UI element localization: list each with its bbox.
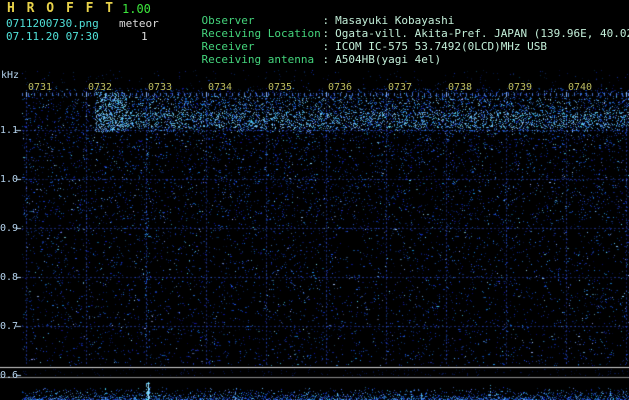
y-axis-unit: kHz — [1, 70, 20, 81]
app-version: 1.00 — [122, 2, 151, 16]
x-tick-0731: 0731 — [28, 82, 53, 93]
y-tick-0_8: 0.8 — [0, 272, 19, 283]
x-tick-0732: 0732 — [88, 82, 113, 93]
x-tick-0735: 0735 — [268, 82, 293, 93]
x-tick-0740: 0740 — [568, 82, 593, 93]
x-tick-0737: 0737 — [388, 82, 413, 93]
antenna-label: Receiving antenna — [201, 53, 315, 67]
app-title: H R O F F T — [7, 1, 116, 16]
y-tick-1_1: 1.1 — [0, 125, 19, 136]
y-tick-0_9: 0.9 — [0, 223, 19, 234]
info-row-antenna: Receiving antenna: A504HB(yagi 4el) — [175, 42, 442, 78]
y-tick-0_6: 0.6 — [0, 370, 19, 381]
x-tick-0736: 0736 — [328, 82, 353, 93]
hrofft-output: H R O F F T 1.00 0711200730.png meteor 0… — [0, 0, 629, 400]
x-tick-0733: 0733 — [148, 82, 173, 93]
colon-separator: : — [322, 53, 330, 67]
echo-count: 1 — [141, 30, 148, 43]
y-tick-1_0: 1.0 — [0, 174, 19, 185]
x-tick-0734: 0734 — [208, 82, 233, 93]
output-filename: 0711200730.png — [6, 17, 99, 30]
y-tick-0_7: 0.7 — [0, 321, 19, 332]
mode-label: meteor — [119, 17, 159, 30]
antenna-value: A504HB(yagi 4el) — [335, 53, 442, 67]
observation-datetime: 07.11.20 07:30 — [6, 30, 99, 43]
x-tick-0739: 0739 — [508, 82, 533, 93]
x-tick-0738: 0738 — [448, 82, 473, 93]
